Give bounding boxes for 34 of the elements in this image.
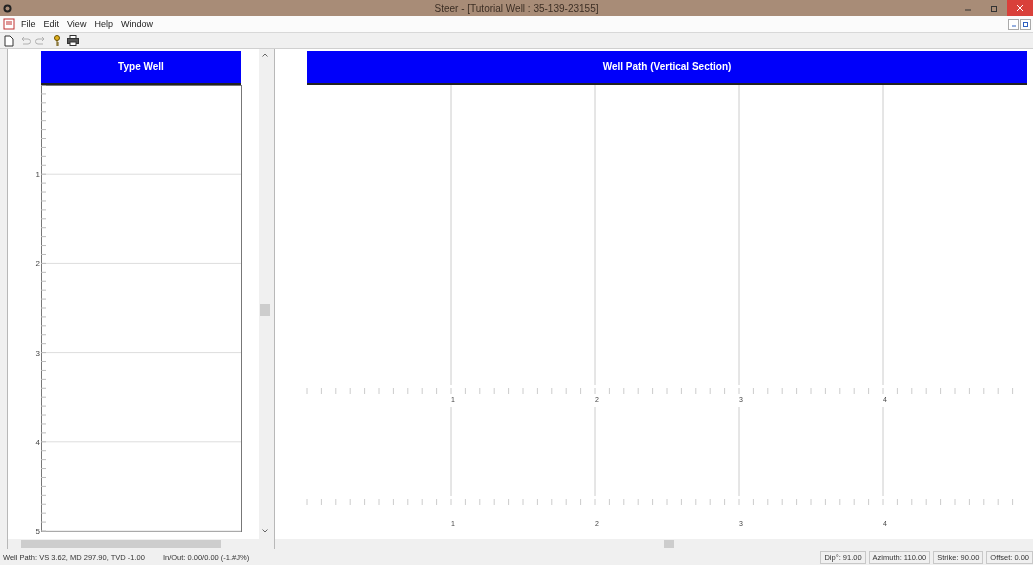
scroll-thumb[interactable]	[260, 304, 270, 316]
redo-icon	[35, 35, 47, 46]
app-icon	[3, 3, 12, 13]
scroll-thumb[interactable]	[21, 540, 221, 548]
depth-label: 3	[35, 348, 40, 358]
menu-item[interactable]: View	[63, 19, 91, 29]
depth-label: 2	[35, 259, 40, 269]
well-path-header: Well Path (Vertical Section)	[307, 51, 1027, 85]
menu-item[interactable]: Window	[116, 19, 157, 29]
menu-item[interactable]: Help	[90, 19, 117, 29]
menu-item[interactable]: Edit	[39, 19, 64, 29]
print-button[interactable]	[66, 33, 80, 48]
window-title: Steer - [Tutorial Well : 35-139-23155]	[433, 2, 600, 14]
horizontal-scrollbar[interactable]	[275, 539, 1033, 549]
depth-label: 4	[35, 437, 40, 447]
horizontal-scrollbar[interactable]	[8, 539, 271, 549]
new-document-icon	[4, 34, 14, 47]
scroll-thumb[interactable]	[664, 540, 674, 548]
close-button[interactable]	[1007, 0, 1033, 16]
restore-icon	[990, 4, 998, 12]
depth-label: 5	[35, 526, 40, 536]
printer-icon	[67, 35, 79, 46]
type-well-header: Type Well	[41, 51, 241, 85]
depth-label: 1	[35, 170, 40, 180]
close-icon	[1016, 4, 1024, 12]
vertical-scrollbar[interactable]	[259, 49, 271, 539]
menu-item[interactable]: File	[17, 19, 40, 29]
new-button[interactable]	[2, 33, 16, 48]
scroll-down-icon	[262, 529, 268, 533]
key-icon	[53, 34, 61, 47]
child-restore-button[interactable]	[1020, 18, 1031, 30]
scroll-up-icon	[262, 53, 268, 57]
undo-icon	[19, 35, 31, 46]
restore-icon	[1022, 21, 1029, 27]
